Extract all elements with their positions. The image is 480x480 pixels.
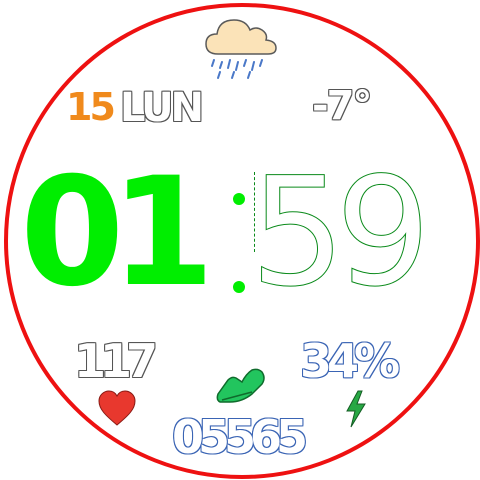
time-minutes: 59 — [250, 146, 432, 320]
time-colon-dot-top — [233, 193, 245, 205]
heart-icon — [98, 390, 136, 426]
date-day: 15 — [66, 85, 116, 129]
date-weekday: LUN — [120, 85, 204, 131]
weather-temperature: -7° — [312, 83, 372, 129]
battery-value: 34% — [300, 334, 400, 388]
heart-rate-value: 117 — [74, 334, 158, 388]
steps-value: 05565 — [172, 410, 308, 464]
sneaker-icon — [216, 368, 265, 403]
time-hours: 01 — [20, 146, 215, 320]
cloud-rain-icon — [205, 19, 277, 79]
time-colon-dot-bottom — [233, 281, 245, 293]
lightning-bolt-icon — [346, 390, 366, 428]
